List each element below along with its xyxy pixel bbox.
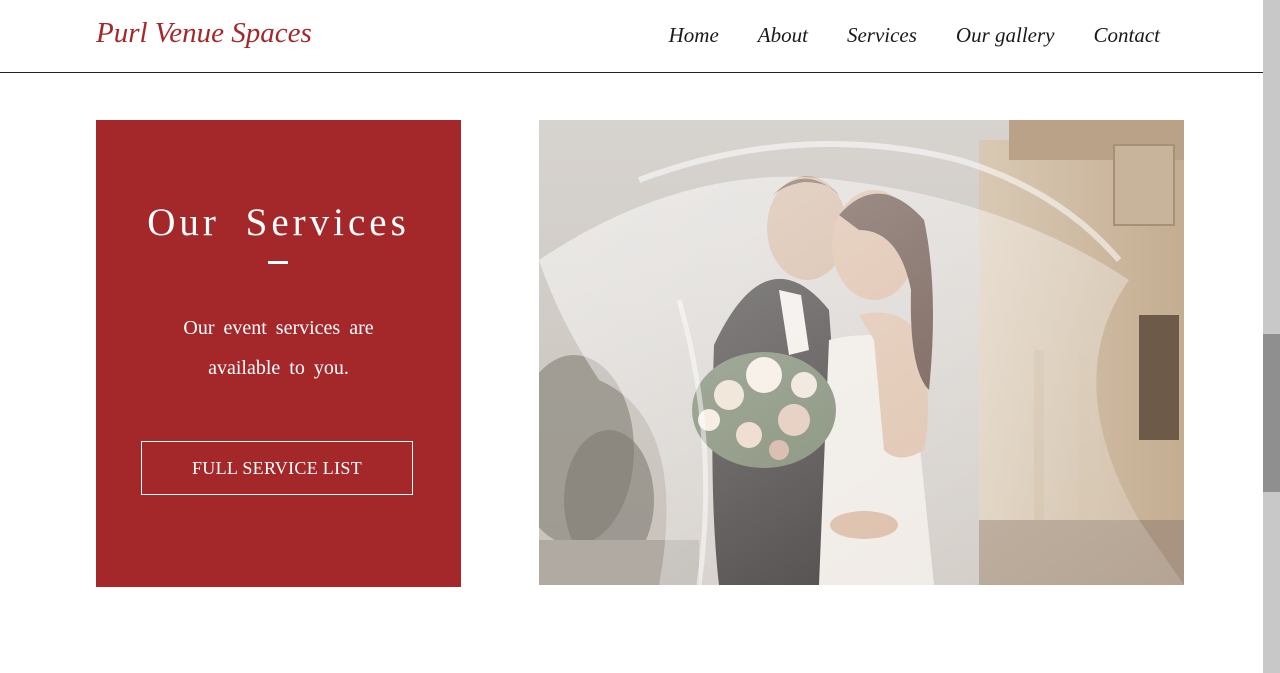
title-divider	[268, 261, 288, 264]
main-nav: Home About Services Our gallery Contact	[630, 23, 1160, 48]
wedding-couple-photo	[539, 120, 1184, 585]
page-scrollbar[interactable]	[1263, 0, 1280, 673]
scrollbar-thumb[interactable]	[1263, 334, 1280, 492]
full-service-list-button[interactable]: FULL SERVICE LIST	[141, 441, 413, 495]
nav-services-link[interactable]: Services	[847, 23, 917, 48]
nav-contact-link[interactable]: Contact	[1094, 23, 1161, 48]
nav-gallery-link[interactable]: Our gallery	[956, 23, 1055, 48]
page: Purl Venue Spaces Home About Services Ou…	[0, 0, 1280, 673]
services-title: Our Services	[147, 201, 410, 244]
nav-home-link[interactable]: Home	[669, 23, 719, 48]
services-card: Our Services Our event services are avai…	[96, 120, 461, 587]
nav-about-link[interactable]: About	[758, 23, 808, 48]
services-description: Our event services are available to you.	[183, 317, 374, 379]
site-header: Purl Venue Spaces Home About Services Ou…	[0, 0, 1263, 73]
brand-logo-link[interactable]: Purl Venue Spaces	[96, 17, 312, 50]
